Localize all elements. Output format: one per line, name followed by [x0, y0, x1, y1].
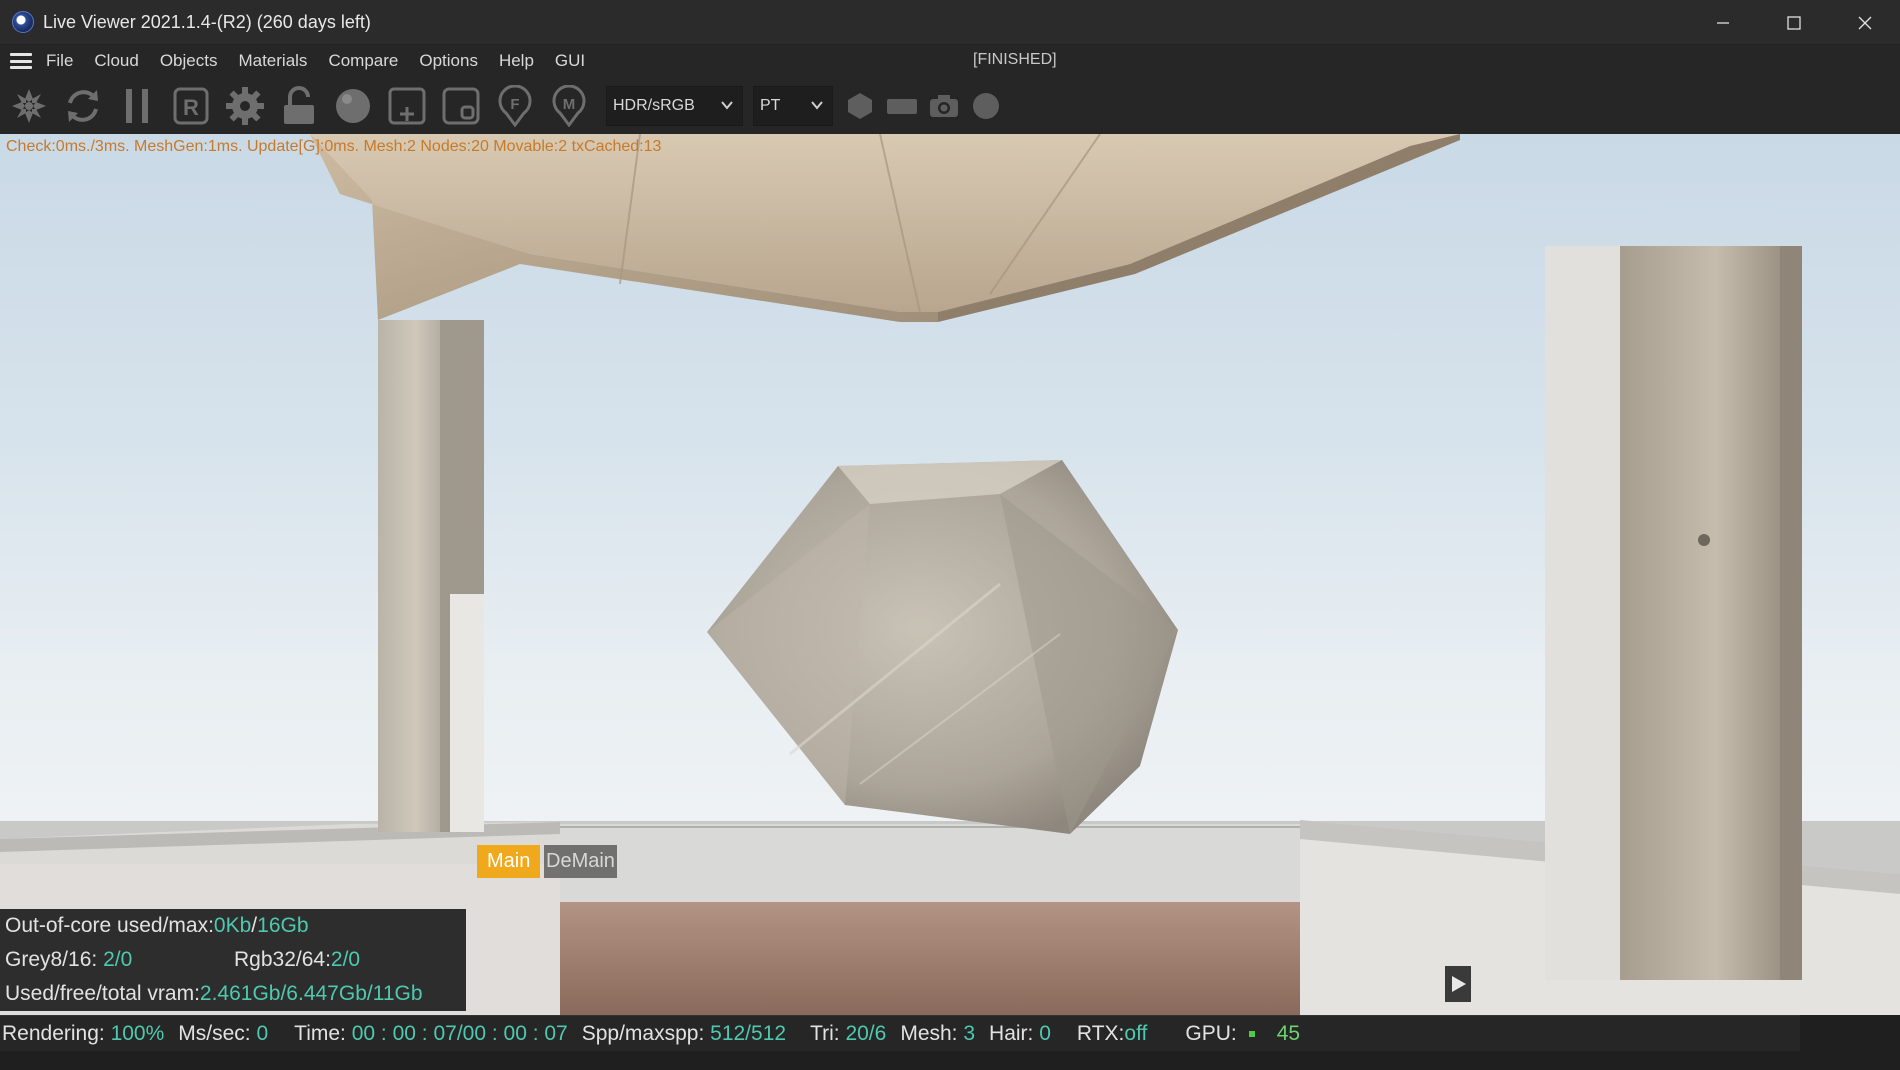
svg-text:F: F	[510, 96, 519, 113]
tab-demain[interactable]: DeMain	[544, 845, 617, 878]
ooc-label: Out-of-core used/max:	[5, 914, 214, 937]
svg-text:M: M	[563, 96, 576, 113]
menu-gui[interactable]: GUI	[555, 51, 585, 71]
menu-cloud[interactable]: Cloud	[94, 51, 138, 71]
color-mode-dropdown[interactable]: HDR/sRGB	[606, 85, 743, 126]
mssec-value: 0	[256, 1021, 269, 1045]
hexagon-icon[interactable]	[843, 86, 877, 126]
spp-value: 512/512	[710, 1021, 787, 1045]
camera-icon[interactable]	[927, 86, 961, 126]
window-controls	[1687, 0, 1900, 45]
grey-label: Grey8/16:	[5, 948, 104, 971]
debug-stats-line: Check:0ms./3ms. MeshGen:1ms. Update[G]:0…	[6, 138, 662, 155]
maximize-button[interactable]	[1758, 0, 1829, 45]
mssec-label: Ms/sec:	[178, 1021, 257, 1045]
circle-icon[interactable]	[969, 86, 1003, 126]
chevron-down-icon	[811, 100, 823, 110]
toolbar: R F M HDR/sRGB PT	[0, 77, 1900, 134]
menu-compare[interactable]: Compare	[328, 51, 398, 71]
rtx-value: off	[1124, 1021, 1148, 1045]
menu-help[interactable]: Help	[499, 51, 534, 71]
close-icon	[1858, 16, 1871, 29]
menu-bar: File Cloud Objects Materials Compare Opt…	[0, 45, 1900, 77]
ooc-used-value: 0Kb	[213, 914, 252, 937]
lock-icon[interactable]	[276, 83, 322, 129]
rendering-value: 100%	[110, 1021, 165, 1045]
rgb-label: Rgb32/64:	[234, 948, 331, 971]
tab-main[interactable]: Main	[477, 845, 541, 878]
kernel-value: PT	[760, 96, 781, 114]
menu-file[interactable]: File	[46, 51, 73, 71]
out-of-core-row: Out-of-core used/max: 0Kb/16Gb	[5, 914, 309, 937]
texture-count-row: Grey8/16: 2/0 Rgb32/64: 2/0	[0, 943, 466, 977]
render-status: [FINISHED]	[973, 51, 1057, 68]
svg-text:R: R	[183, 95, 199, 120]
gpu-usage-bar	[1248, 1030, 1255, 1037]
gpu-temp-value: 45	[1276, 1021, 1301, 1045]
rtx-label: RTX:	[1076, 1021, 1125, 1045]
film-region-icon[interactable]	[885, 86, 919, 126]
focus-pick-icon[interactable]: F	[492, 83, 538, 129]
material-pick-icon[interactable]: M	[546, 83, 592, 129]
add-object-icon[interactable]	[384, 83, 430, 129]
region-render-icon[interactable]: R	[168, 83, 214, 129]
tri-value: 20/6	[845, 1021, 887, 1045]
vram-row: Used/free/total vram: 2.461Gb/6.447Gb/11…	[0, 977, 466, 1011]
mesh-value: 3	[963, 1021, 976, 1045]
tri-label: Tri:	[810, 1021, 846, 1045]
bottom-strip	[0, 1051, 1900, 1070]
gpu-label: GPU:	[1185, 1021, 1237, 1045]
minimize-icon	[1716, 21, 1729, 24]
spp-label: Spp/maxspp:	[581, 1021, 711, 1045]
window-title: Live Viewer 2021.1.4-(R2) (260 days left…	[43, 11, 371, 32]
render-viewport[interactable]: Check:0ms./3ms. MeshGen:1ms. Update[G]:0…	[0, 134, 1900, 1015]
ooc-max-value: 16Gb	[257, 914, 309, 937]
time-label: Time:	[294, 1021, 352, 1045]
material-sphere-icon[interactable]	[330, 83, 376, 129]
pause-icon[interactable]	[114, 83, 160, 129]
chevron-down-icon	[721, 100, 733, 110]
hair-value: 0	[1039, 1021, 1051, 1045]
rendered-scene-image	[0, 134, 1900, 1015]
settings-gear-icon[interactable]	[222, 83, 268, 129]
kernel-dropdown[interactable]: PT	[753, 85, 833, 126]
rgb-value: 2/0	[330, 948, 361, 971]
hamburger-menu-icon[interactable]	[10, 53, 32, 69]
grey-value: 2/0	[103, 948, 133, 971]
render-status-bar: Rendering: 100% Ms/sec: 0 Time: 00 : 00 …	[0, 1015, 1800, 1051]
vram-value: 2.461Gb/6.447Gb/11Gb	[199, 982, 423, 1005]
menu-options[interactable]: Options	[419, 51, 478, 71]
menu-objects[interactable]: Objects	[160, 51, 218, 71]
refresh-icon[interactable]	[60, 83, 106, 129]
vram-label: Used/free/total vram:	[5, 982, 200, 1005]
maximize-icon	[1786, 15, 1801, 30]
restart-icon[interactable]	[6, 83, 52, 129]
color-mode-value: HDR/sRGB	[613, 96, 695, 114]
close-button[interactable]	[1829, 0, 1900, 45]
status-bar-filler	[1800, 1015, 1900, 1051]
rendering-label: Rendering:	[2, 1021, 111, 1045]
title-bar: Live Viewer 2021.1.4-(R2) (260 days left…	[0, 0, 1900, 45]
memory-info-panel: Out-of-core used/max: 0Kb/16Gb Grey8/16: …	[0, 909, 466, 1011]
time-value: 00 : 00 : 07/00 : 00 : 07	[351, 1021, 568, 1045]
minimize-button[interactable]	[1687, 0, 1758, 45]
mesh-label: Mesh:	[900, 1021, 964, 1045]
clay-icon[interactable]	[438, 83, 484, 129]
menu-materials[interactable]: Materials	[238, 51, 307, 71]
cinema4d-logo-icon	[12, 11, 34, 33]
hair-label: Hair:	[989, 1021, 1040, 1045]
